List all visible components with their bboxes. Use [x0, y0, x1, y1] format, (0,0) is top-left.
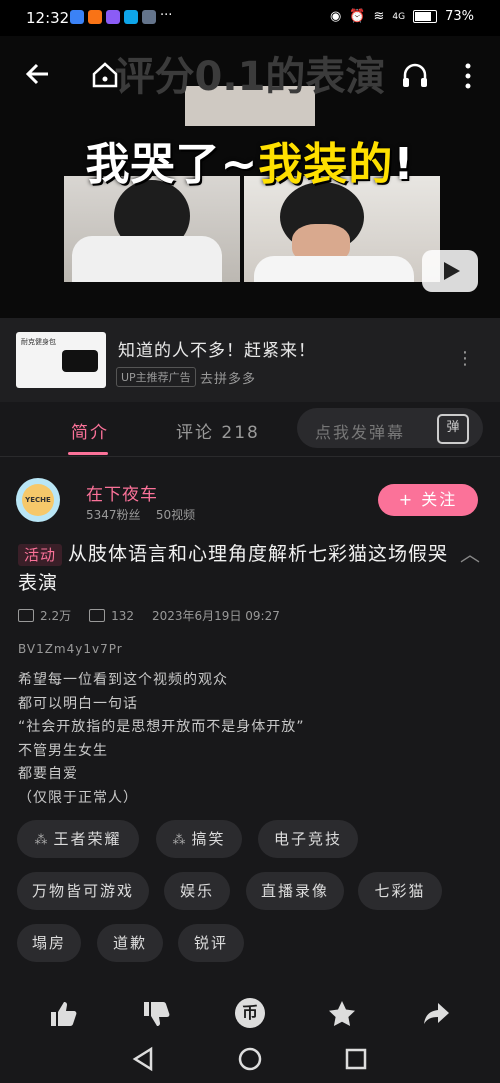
app-notification-icon	[106, 10, 120, 24]
tag-item[interactable]: ⁂ 搞笑	[156, 820, 242, 858]
uploader-name[interactable]: 在下夜车	[86, 480, 158, 505]
ad-banner[interactable]: 耐克健身包 知道的人不多！赶紧来！ UP主推荐广告 去拼多多 ⋮	[0, 318, 500, 403]
fans-count: 5347粉丝	[86, 508, 141, 522]
like-icon[interactable]	[47, 998, 79, 1030]
coin-icon[interactable]: 币	[235, 998, 265, 1028]
signal-icon: 4G	[392, 11, 406, 22]
more-vertical-icon[interactable]	[462, 62, 474, 97]
tag-item[interactable]: 塌房	[17, 924, 81, 962]
category-icon: ⁂	[34, 833, 50, 848]
danmaku-count: 132	[111, 608, 134, 623]
share-icon[interactable]	[420, 998, 452, 1030]
category-icon: ⁂	[172, 833, 188, 848]
app-notification-icon	[70, 10, 84, 24]
description-line: 不管男生女生	[18, 742, 108, 759]
tag-item[interactable]: 直播录像	[246, 872, 344, 910]
tab-intro[interactable]: 简介	[71, 418, 109, 443]
danmaku-placeholder: 点我发弹幕	[315, 423, 406, 442]
clock: 12:32	[26, 9, 70, 27]
tab-comments[interactable]: 评论 218	[176, 418, 260, 443]
tag-item[interactable]: 锐评	[178, 924, 244, 962]
description-line: 希望每一位看到这个视频的观众	[18, 672, 228, 688]
eye-icon: ◉	[329, 9, 342, 24]
uploader-stats: 5347粉丝 50视频	[86, 506, 195, 523]
back-triangle-icon[interactable]	[131, 1046, 155, 1076]
danmaku-icon[interactable]: 弹	[437, 414, 469, 444]
wifi-icon: ≋	[373, 9, 385, 24]
tab-indicator	[68, 452, 108, 455]
play-count-icon	[18, 609, 34, 622]
bvid: BV1Zm4y1v7Pr	[18, 642, 123, 656]
avatar[interactable]: YECHE	[16, 478, 60, 522]
video-meta: 2.2万 132 2023年6月19日 09:27	[18, 607, 280, 624]
more-notifications: ···	[160, 8, 173, 23]
app-notification-icon	[88, 10, 102, 24]
back-arrow-icon[interactable]	[24, 60, 52, 95]
tag-item[interactable]: 娱乐	[164, 872, 230, 910]
ad-thumbnail: 耐克健身包	[16, 332, 106, 388]
system-icons: ◉ ⏰ ≋ 4G 73%	[330, 9, 474, 24]
alarm-icon: ⏰	[349, 9, 366, 24]
app-notification-icon	[124, 10, 138, 24]
video-player[interactable]: 评分0.1的表演 我哭了~我装的!	[0, 36, 500, 318]
battery-icon	[413, 10, 438, 23]
app-notification-icon	[142, 10, 156, 24]
description-line: “社会开放指的是思想开放而不是身体开放”	[18, 719, 305, 736]
chevron-up-icon[interactable]: ︿	[460, 538, 480, 567]
tag-item[interactable]: ⁂ 王者荣耀	[17, 820, 139, 858]
tag-item[interactable]: 万物皆可游戏	[17, 872, 149, 910]
follow-button[interactable]: + 关注	[378, 484, 478, 516]
danmaku-count-icon	[89, 609, 106, 622]
home-icon[interactable]	[90, 60, 120, 97]
tag-item[interactable]: 电子竞技	[258, 820, 358, 858]
video-count: 50视频	[155, 508, 196, 522]
ad-link[interactable]: 去拼多多	[200, 368, 256, 387]
danmaku-input[interactable]: 点我发弹幕 弹	[297, 408, 483, 448]
video-caption: 我哭了~我装的!	[85, 139, 415, 190]
tag-item[interactable]: 七彩猫	[358, 872, 442, 910]
dislike-icon[interactable]	[140, 998, 172, 1030]
more-vertical-icon[interactable]: ⋮	[456, 348, 474, 369]
video-title: 活动 从肢体语言和心理角度解析七彩猫这场假哭表演	[18, 543, 449, 594]
favorite-star-icon[interactable]	[326, 998, 358, 1030]
tab-bar: 简介 评论 218 点我发弹幕 弹	[0, 402, 500, 457]
description-line: 都可以明白一句话	[18, 695, 138, 712]
publish-date: 2023年6月19日 09:27	[152, 609, 280, 623]
description-line: 都要自爱	[18, 766, 78, 783]
ad-title: 知道的人不多！赶紧来！	[118, 341, 316, 361]
home-circle-icon[interactable]	[237, 1046, 263, 1076]
tag-item[interactable]: 道歉	[97, 924, 163, 962]
recents-square-icon[interactable]	[344, 1046, 368, 1076]
play-button-icon[interactable]	[422, 250, 478, 292]
notification-icons: ···	[70, 8, 173, 24]
video-description: 希望每一位看到这个视频的观众 都可以明白一句话 “社会开放指的是思想开放而不是身…	[18, 669, 305, 811]
description-line: （仅限于正常人）	[18, 789, 138, 806]
activity-tag[interactable]: 活动	[18, 544, 63, 566]
headphones-icon[interactable]	[400, 60, 430, 97]
system-nav-bar	[0, 1038, 500, 1083]
battery-level: 73%	[445, 9, 474, 24]
view-count: 2.2万	[40, 609, 72, 623]
ad-badge: UP主推荐广告	[116, 367, 196, 387]
status-bar: 12:32 ··· ◉ ⏰ ≋ 4G 73%	[0, 0, 500, 36]
